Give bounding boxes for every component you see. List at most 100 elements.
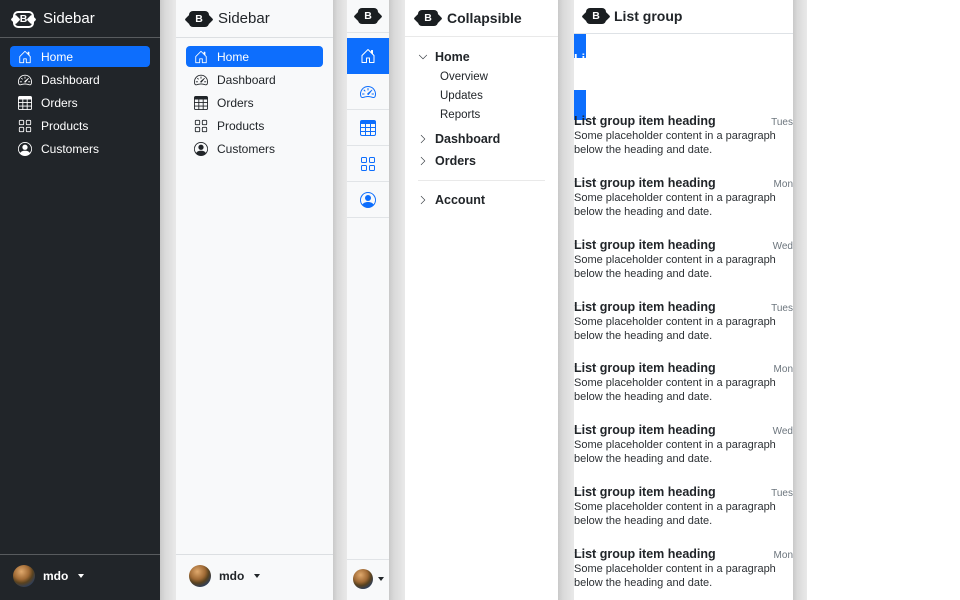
list-group-item[interactable]: List group item heading Tues Some placeh… bbox=[574, 90, 793, 182]
list-group-item[interactable]: List group item heading Mon Some placeho… bbox=[574, 337, 793, 429]
sidebar-item-dashboard[interactable]: Dashboard bbox=[10, 69, 150, 90]
subitem-overview[interactable]: Overview bbox=[440, 71, 550, 83]
list-item-header-row: List group item heading Mon bbox=[574, 176, 793, 190]
house-icon bbox=[194, 50, 208, 64]
collapse-toggle-dashboard[interactable]: Dashboard bbox=[413, 128, 550, 150]
sidebar-item-label: Customers bbox=[41, 142, 99, 156]
section-label: Dashboard bbox=[435, 132, 500, 146]
list-item-body: Some placeholder content in a paragraph … bbox=[574, 439, 793, 467]
list-item-body: Some placeholder content in a paragraph … bbox=[574, 192, 793, 220]
collapse-toggle-orders[interactable]: Orders bbox=[413, 150, 550, 172]
table-icon bbox=[360, 120, 376, 136]
avatar bbox=[353, 569, 373, 589]
sidebar-item-label: Orders bbox=[217, 96, 254, 110]
collapsible-brand[interactable]: B Collapsible bbox=[405, 0, 558, 37]
icon-sidebar-item-products[interactable] bbox=[347, 146, 389, 182]
list-item-date: Tues bbox=[771, 303, 793, 314]
sidebar-item-orders[interactable]: Orders bbox=[186, 92, 323, 113]
collapse-toggle-account[interactable]: Account bbox=[413, 189, 550, 211]
user-dropdown[interactable] bbox=[347, 559, 389, 600]
icon-sidebar-item-dashboard[interactable] bbox=[347, 74, 389, 110]
sidebar-item-customers[interactable]: Customers bbox=[10, 138, 150, 159]
divider bbox=[418, 180, 545, 181]
icon-sidebar-item-orders[interactable] bbox=[347, 110, 389, 146]
list-item-heading: List group item heading bbox=[574, 114, 716, 128]
grid-icon bbox=[360, 156, 376, 172]
list-item-date: Wed bbox=[773, 241, 793, 252]
list-item-header-row: List group item heading Tues bbox=[574, 114, 793, 128]
sidebar-item-products[interactable]: Products bbox=[186, 115, 323, 136]
sidebar-list-group: B List group List group item heading Wed… bbox=[574, 0, 793, 600]
user-name: mdo bbox=[219, 569, 244, 583]
list-item-heading: List group item heading bbox=[574, 423, 716, 437]
list-item-body: Some placeholder content in a paragraph … bbox=[574, 501, 793, 529]
list-item-body: Some placeholder content in a paragraph … bbox=[574, 254, 793, 282]
sidebar-item-products[interactable]: Products bbox=[10, 115, 150, 136]
list-item-header-row: List group item heading Tues bbox=[574, 485, 793, 499]
bootstrap-logo-icon: B bbox=[358, 8, 378, 24]
list-group-item[interactable]: List group item heading Tues Some placeh… bbox=[574, 461, 793, 553]
list-item-heading: List group item heading bbox=[574, 300, 716, 314]
chevron-right-icon bbox=[418, 134, 428, 144]
sidebar-light-brand[interactable]: B Sidebar bbox=[176, 0, 333, 38]
sidebar-title: Sidebar bbox=[218, 10, 270, 28]
section-label: Home bbox=[435, 50, 470, 64]
collapsible-nav: Home Overview Updates Reports Dashboard … bbox=[405, 37, 558, 211]
list-group-item[interactable]: List group item heading Wed Some placeho… bbox=[574, 399, 793, 491]
table-icon bbox=[194, 96, 208, 110]
list-item-date: Mon bbox=[774, 364, 793, 375]
collapse-toggle-home[interactable]: Home bbox=[413, 46, 550, 68]
sidebar-collapsible: B Collapsible Home Overview Updates Repo… bbox=[405, 0, 558, 600]
list-item-body: Some placeholder content in a paragraph … bbox=[574, 68, 793, 96]
bootstrap-logo-icon: B bbox=[586, 8, 606, 24]
sidebar-item-home[interactable]: Home bbox=[10, 46, 150, 67]
sidebar-item-label: Dashboard bbox=[41, 73, 100, 87]
sidebar-item-label: Home bbox=[217, 50, 249, 64]
avatar bbox=[13, 565, 35, 587]
list-item-header-row: List group item heading Mon bbox=[574, 361, 793, 375]
panel-divider bbox=[333, 0, 347, 600]
list-item-body: Some placeholder content in a paragraph … bbox=[574, 377, 793, 405]
list-group-item[interactable]: List group item heading Tues Some placeh… bbox=[574, 276, 793, 368]
list-item-date: Tues bbox=[771, 488, 793, 499]
icon-sidebar-item-home[interactable] bbox=[347, 38, 389, 74]
sidebar-item-label: Products bbox=[217, 119, 264, 133]
sidebar-item-customers[interactable]: Customers bbox=[186, 138, 323, 159]
list-item-date: Tues bbox=[771, 117, 793, 128]
user-dropdown[interactable]: mdo bbox=[176, 554, 333, 600]
sidebar-icons-brand[interactable]: B bbox=[347, 0, 389, 33]
icon-sidebar-item-customers[interactable] bbox=[347, 182, 389, 218]
sidebar-item-dashboard[interactable]: Dashboard bbox=[186, 69, 323, 90]
list-item-date: Wed bbox=[773, 426, 793, 437]
list-group-title: List group bbox=[614, 8, 682, 25]
list-group: List group item heading Wed Some placeho… bbox=[574, 34, 793, 600]
list-item-date: Mon bbox=[774, 179, 793, 190]
subitem-updates[interactable]: Updates bbox=[440, 90, 550, 102]
sidebar-item-label: Customers bbox=[217, 142, 275, 156]
list-item-heading: List group item heading bbox=[574, 52, 716, 66]
sidebar-item-orders[interactable]: Orders bbox=[10, 92, 150, 113]
list-item-heading: List group item heading bbox=[574, 176, 716, 190]
list-group-item[interactable]: List group item heading Mon Some placeho… bbox=[574, 152, 793, 244]
list-group-item[interactable]: List group item heading Wed Some placeho… bbox=[574, 214, 793, 306]
list-item-body: Some placeholder content in a paragraph … bbox=[574, 130, 793, 158]
list-group-item[interactable]: List group item heading Mon Some placeho… bbox=[574, 523, 793, 600]
list-item-date: Mon bbox=[774, 550, 793, 561]
avatar bbox=[189, 565, 211, 587]
list-group-brand[interactable]: B List group bbox=[574, 0, 793, 34]
list-item-header-row: List group item heading Tues bbox=[574, 300, 793, 314]
list-item-heading: List group item heading bbox=[574, 485, 716, 499]
list-group-item[interactable]: List group item heading Wed Some placeho… bbox=[574, 34, 793, 120]
panel-divider bbox=[558, 0, 574, 600]
chevron-down-icon bbox=[418, 52, 428, 62]
bootstrap-logo-icon: B bbox=[189, 11, 209, 27]
sidebar-dark-brand[interactable]: B Sidebar bbox=[0, 0, 160, 38]
section-label: Orders bbox=[435, 154, 476, 168]
house-icon bbox=[360, 48, 376, 64]
sidebar-item-home[interactable]: Home bbox=[186, 46, 323, 67]
sidebar-title: Sidebar bbox=[43, 10, 95, 28]
subitem-reports[interactable]: Reports bbox=[440, 109, 550, 121]
sidebar-light: B Sidebar Home Dashboard Orders Products bbox=[176, 0, 333, 600]
user-dropdown[interactable]: mdo bbox=[0, 554, 160, 600]
sidebar-dark-nav: Home Dashboard Orders Products Customers bbox=[0, 38, 160, 167]
